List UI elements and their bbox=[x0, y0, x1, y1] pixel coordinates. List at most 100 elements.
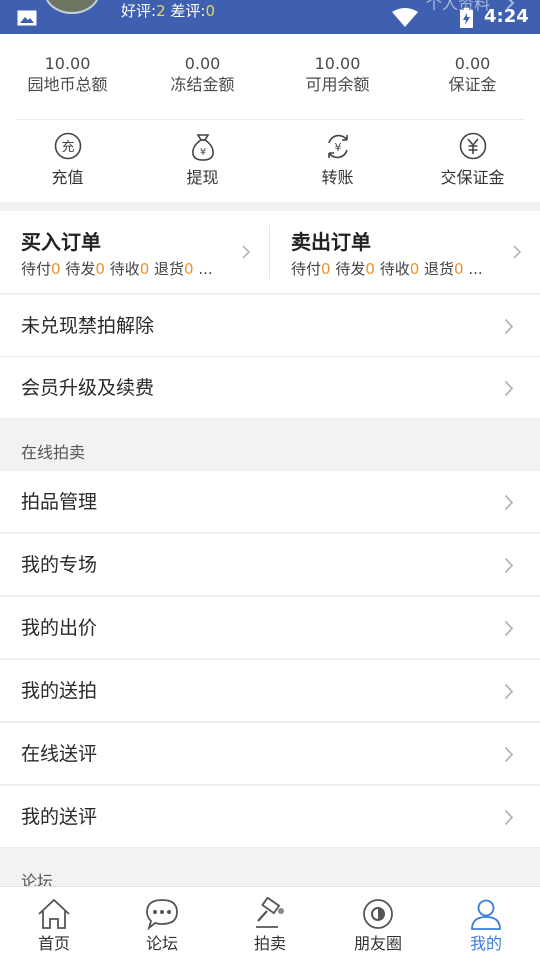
status-count: 0 bbox=[95, 260, 105, 278]
user-icon bbox=[471, 899, 501, 930]
nav-label: 朋友圈 bbox=[353, 934, 402, 953]
status-label: 待收 bbox=[109, 260, 140, 278]
status-bar: 好评:2 差评:0 个人资料 4:24 bbox=[0, 0, 540, 34]
stat-label: 保证金 bbox=[448, 75, 497, 94]
status-label: 待付 bbox=[21, 260, 52, 278]
stat-label: 可用余额 bbox=[305, 75, 370, 94]
stat-value: 10.00 bbox=[314, 54, 361, 73]
status-more: ... bbox=[468, 260, 483, 278]
status-count: 0 bbox=[139, 260, 150, 278]
menu-my-consignments[interactable]: 我的送拍 bbox=[0, 660, 540, 722]
chevron-right-icon bbox=[504, 620, 514, 637]
chevron-right-icon bbox=[504, 683, 514, 700]
nav-label: 首页 bbox=[37, 934, 70, 953]
chevron-right-icon bbox=[513, 245, 521, 259]
stat-label: 园地币总额 bbox=[27, 75, 108, 94]
stat-label: 冻结金额 bbox=[170, 75, 235, 94]
menu-online-grading[interactable]: 在线送评 bbox=[0, 723, 540, 785]
menu-my-grading[interactable]: 我的送评 bbox=[0, 786, 540, 848]
sell-orders-status: 待付0 待发0 待收0 退货0 ... bbox=[291, 259, 540, 279]
status-label: 退货 bbox=[154, 260, 185, 278]
wallet-panel: 10.00 园地币总额 0.00 冻结金额 10.00 可用余额 0.00 保证… bbox=[0, 34, 540, 202]
chevron-right-icon bbox=[504, 746, 514, 763]
chevron-right-icon bbox=[504, 494, 514, 511]
stat-value: 10.00 bbox=[44, 54, 91, 73]
sell-orders-title: 卖出订单 bbox=[291, 230, 371, 254]
status-count: 0 bbox=[365, 260, 375, 278]
chat-bubble-icon bbox=[146, 899, 178, 931]
action-label: 转账 bbox=[321, 168, 354, 187]
status-count: 0 bbox=[454, 260, 464, 278]
nav-home[interactable]: 首页 bbox=[0, 897, 108, 955]
status-count: 0 bbox=[184, 260, 194, 278]
recharge-button[interactable]: 充 充值 bbox=[0, 131, 135, 189]
action-label: 提现 bbox=[186, 168, 219, 187]
section-title-auction: 在线拍卖 bbox=[21, 443, 86, 462]
svg-text:¥: ¥ bbox=[199, 147, 205, 158]
row-label: 我的出价 bbox=[21, 617, 98, 639]
money-bag-icon: ¥ bbox=[191, 134, 214, 161]
profile-link[interactable]: 个人资料 bbox=[426, 0, 490, 14]
sell-orders[interactable]: 卖出订单 待付0 待发0 待收0 退货0 ... bbox=[291, 229, 540, 279]
nav-forum[interactable]: 论坛 bbox=[108, 897, 216, 955]
pay-deposit-button[interactable]: 交保证金 bbox=[405, 131, 540, 189]
stat-value: 0.00 bbox=[184, 54, 221, 73]
transfer-button[interactable]: ¥ 转账 bbox=[270, 131, 405, 189]
status-label: 待付 bbox=[291, 260, 322, 278]
stat-frozen[interactable]: 0.00 冻结金额 bbox=[135, 54, 270, 96]
row-label: 会员升级及续费 bbox=[21, 377, 155, 399]
rating-summary: 好评:2 差评:0 bbox=[121, 1, 215, 21]
buy-orders-status: 待付0 待发0 待收0 退货0 ... bbox=[21, 259, 271, 279]
nav-profile[interactable]: 我的 bbox=[432, 897, 540, 955]
withdraw-button[interactable]: ¥ 提现 bbox=[135, 131, 270, 189]
chevron-right-icon bbox=[504, 809, 514, 826]
status-label: 退货 bbox=[424, 260, 455, 278]
status-more: ... bbox=[198, 260, 213, 278]
divider bbox=[16, 119, 524, 120]
transfer-icon: ¥ bbox=[327, 134, 348, 159]
chevron-right-icon bbox=[242, 245, 250, 259]
orders-panel: 买入订单 待付0 待发0 待收0 退货0 ... 卖出订单 待付0 待发0 待收… bbox=[0, 211, 540, 294]
stat-deposit[interactable]: 0.00 保证金 bbox=[405, 54, 540, 96]
menu-unredeemed[interactable]: 未兑现禁拍解除 bbox=[0, 295, 540, 357]
menu-my-bids[interactable]: 我的出价 bbox=[0, 597, 540, 659]
battery-charging-icon bbox=[460, 8, 473, 28]
menu-lot-management[interactable]: 拍品管理 bbox=[0, 471, 540, 533]
menu-membership[interactable]: 会员升级及续费 bbox=[0, 357, 540, 419]
wifi-icon bbox=[392, 8, 418, 27]
status-count: 0 bbox=[409, 260, 420, 278]
status-count: 0 bbox=[51, 260, 61, 278]
chevron-right-icon bbox=[504, 380, 514, 397]
svg-text:¥: ¥ bbox=[334, 141, 341, 154]
nav-moments[interactable]: 朋友圈 bbox=[324, 897, 432, 955]
auction-hammer-icon bbox=[256, 897, 284, 928]
stat-total[interactable]: 10.00 园地币总额 bbox=[0, 54, 135, 96]
status-label: 待收 bbox=[379, 260, 410, 278]
nav-auction[interactable]: 拍卖 bbox=[216, 897, 324, 955]
status-label: 待发 bbox=[335, 260, 366, 278]
home-icon bbox=[38, 898, 70, 929]
action-label: 交保证金 bbox=[440, 168, 505, 187]
menu-my-session[interactable]: 我的专场 bbox=[0, 534, 540, 596]
gallery-icon bbox=[17, 10, 37, 26]
bottom-nav: 首页 论坛 拍卖 朋友圈 我的 bbox=[0, 886, 540, 960]
row-label: 在线送评 bbox=[21, 743, 98, 765]
stat-available[interactable]: 10.00 可用余额 bbox=[270, 54, 405, 96]
yuan-icon bbox=[459, 132, 486, 160]
chevron-right-icon bbox=[504, 318, 514, 335]
nav-label: 论坛 bbox=[145, 934, 178, 953]
avatar[interactable] bbox=[44, 0, 100, 14]
rating-good-label: 好评: bbox=[121, 2, 157, 20]
stat-value: 0.00 bbox=[454, 54, 491, 73]
divider bbox=[269, 225, 270, 279]
rating-bad-value: 0 bbox=[205, 2, 215, 20]
buy-orders[interactable]: 买入订单 待付0 待发0 待收0 退货0 ... bbox=[21, 229, 271, 279]
row-label: 我的送评 bbox=[21, 806, 98, 828]
row-label: 我的送拍 bbox=[21, 680, 98, 702]
rating-good-value: 2 bbox=[156, 2, 166, 20]
recharge-icon: 充 bbox=[54, 132, 81, 160]
nav-label: 我的 bbox=[469, 934, 502, 953]
row-label: 拍品管理 bbox=[21, 491, 98, 513]
svg-text:充: 充 bbox=[61, 139, 74, 155]
status-label: 待发 bbox=[65, 260, 96, 278]
